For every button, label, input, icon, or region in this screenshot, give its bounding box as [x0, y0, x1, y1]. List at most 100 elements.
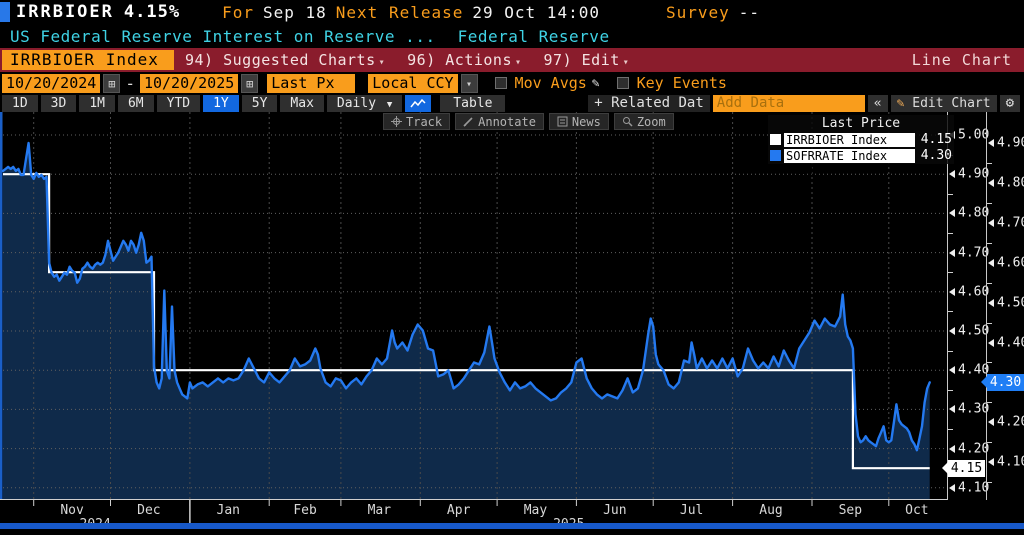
range-tab-1y[interactable]: 1Y: [203, 95, 239, 112]
x-axis-month-label: Dec: [127, 503, 171, 518]
chevron-down-icon: ▾: [623, 57, 630, 68]
chevron-down-icon[interactable]: ▾: [461, 74, 478, 93]
last-price-bubble-sofrrate: 4.30: [987, 374, 1024, 391]
range-tab-ytd[interactable]: YTD: [157, 95, 200, 112]
menu-bar: IRRBIOER Index 94) Suggested Charts▾96) …: [0, 48, 1024, 72]
track-button[interactable]: Track: [383, 113, 450, 130]
y-tick-arrow: [949, 288, 955, 296]
range-tab-max[interactable]: Max: [280, 95, 323, 112]
currency-select[interactable]: Local CCY: [368, 74, 457, 93]
add-data-input[interactable]: [713, 95, 865, 112]
menu-item-2[interactable]: 96) Actions▾: [396, 51, 532, 69]
legend-row-2[interactable]: SOFRRATE Index (R2) 4.30: [770, 148, 952, 163]
collapse-button[interactable]: «: [868, 95, 888, 112]
series-last-value: 4.15: [920, 132, 952, 147]
x-axis-month-label: Jun: [593, 503, 637, 518]
y-tick-label: 4.10: [997, 455, 1024, 470]
y-tick-label: 4.10: [958, 480, 989, 495]
legend-title: Last Price: [770, 116, 952, 131]
key-events-label[interactable]: Key Events: [637, 74, 727, 92]
y-tick-minor: [987, 482, 992, 483]
table-tab[interactable]: Table: [440, 95, 505, 112]
x-axis-month-label: Nov: [50, 503, 94, 518]
line-chart-icon[interactable]: [405, 95, 431, 112]
series-last-value: 4.30: [920, 148, 952, 163]
menu-items: 94) Suggested Charts▾96) Actions▾97) Edi…: [174, 51, 640, 69]
y-tick-minor: [948, 233, 953, 234]
survey-value: --: [739, 3, 760, 22]
window-corner-tab[interactable]: [0, 2, 10, 22]
y-tick-label: 4.90: [997, 136, 1024, 151]
range-tab-1m[interactable]: 1M: [79, 95, 115, 112]
date-from-input[interactable]: 10/20/2024: [2, 74, 100, 93]
y-tick-arrow: [988, 219, 994, 227]
issuer-link[interactable]: Federal Reserve: [458, 27, 610, 46]
y-tick-minor: [948, 429, 953, 430]
date-to-input[interactable]: 10/20/2025: [140, 74, 238, 93]
y-tick-minor: [987, 163, 992, 164]
period-select[interactable]: Daily ▼: [327, 95, 402, 112]
range-tab-3d[interactable]: 3D: [41, 95, 77, 112]
y-tick-arrow: [988, 418, 994, 426]
chart-area: 5.004.904.804.704.604.504.404.304.204.10…: [0, 112, 1024, 529]
y-tick-minor: [987, 243, 992, 244]
annotate-button[interactable]: Annotate: [455, 113, 544, 130]
range-tab-1d[interactable]: 1D: [2, 95, 38, 112]
calendar-icon[interactable]: ⊞: [241, 74, 258, 93]
y-tick-label: 4.40: [997, 335, 1024, 350]
crosshair-icon: [391, 116, 402, 127]
y-tick-arrow: [988, 179, 994, 187]
menu-item-label: 97) Edit: [544, 51, 620, 69]
y-tick-arrow: [949, 366, 955, 374]
zoom-button[interactable]: Zoom: [614, 113, 674, 130]
y-tick-minor: [948, 194, 953, 195]
series-color-swatch: [770, 134, 781, 145]
range-tab-6m[interactable]: 6M: [118, 95, 154, 112]
for-date: Sep 18: [263, 3, 327, 22]
legend-row-1[interactable]: IRRBIOER Index (R1) 4.15: [770, 132, 952, 147]
next-release-value: 29 Oct 14:00: [472, 3, 600, 22]
x-axis-month-label: Aug: [749, 503, 793, 518]
pencil-icon[interactable]: ✎: [592, 76, 600, 91]
range-tabs-bar: 1D3D1M6MYTD1Y5YMax Daily ▼ Table + Relat…: [0, 94, 1024, 112]
y-tick-label: 4.80: [958, 206, 989, 221]
x-axis-month-label: Feb: [283, 503, 327, 518]
x-axis-month-label: May: [513, 503, 557, 518]
series-name: SOFRRATE Index (R2): [784, 149, 915, 163]
y-tick-minor: [987, 362, 992, 363]
security-description-link[interactable]: US Federal Reserve Interest on Reserve .…: [10, 27, 436, 46]
edit-chart-label: Edit Chart: [912, 96, 990, 111]
security-input[interactable]: IRRBIOER Index: [2, 50, 174, 70]
y-tick-arrow: [949, 327, 955, 335]
edit-chart-button[interactable]: ✎ Edit Chart: [891, 95, 997, 112]
mov-avgs-checkbox[interactable]: [495, 77, 507, 89]
y-tick-minor: [948, 311, 953, 312]
y-tick-label: 4.80: [997, 175, 1024, 190]
range-tab-5y[interactable]: 5Y: [242, 95, 278, 112]
y-tick-arrow: [949, 484, 955, 492]
price-type-select[interactable]: Last Px: [267, 74, 355, 93]
menu-item-3[interactable]: 97) Edit▾: [533, 51, 641, 69]
y-tick-minor: [987, 283, 992, 284]
window-bottom-border: [0, 523, 1024, 529]
menu-item-1[interactable]: 94) Suggested Charts▾: [174, 51, 396, 69]
y-tick-label: 4.30: [958, 402, 989, 417]
news-button[interactable]: News: [549, 113, 609, 130]
chevron-down-icon: ▼: [387, 100, 392, 110]
mov-avgs-label[interactable]: Mov Avgs: [515, 74, 587, 92]
y-tick-arrow: [988, 139, 994, 147]
series-name: IRRBIOER Index (R1): [784, 133, 915, 147]
menu-item-label: 96) Actions: [407, 51, 512, 69]
for-label: For: [222, 3, 254, 22]
button-label: Annotate: [478, 115, 536, 129]
period-label: Daily: [337, 96, 376, 111]
key-events-checkbox[interactable]: [617, 77, 629, 89]
gear-icon[interactable]: ⚙: [1000, 95, 1020, 112]
related-data-button[interactable]: + Related Dat: [588, 95, 710, 112]
calendar-icon[interactable]: ⊞: [103, 74, 120, 93]
y-tick-minor: [987, 323, 992, 324]
x-axis-month-label: Jan: [206, 503, 250, 518]
bloomberg-terminal-window: IRRBIOER 4.15% For Sep 18 Next Release 2…: [0, 0, 1024, 535]
y-tick-arrow: [988, 339, 994, 347]
x-axis-month-label: Mar: [357, 503, 401, 518]
